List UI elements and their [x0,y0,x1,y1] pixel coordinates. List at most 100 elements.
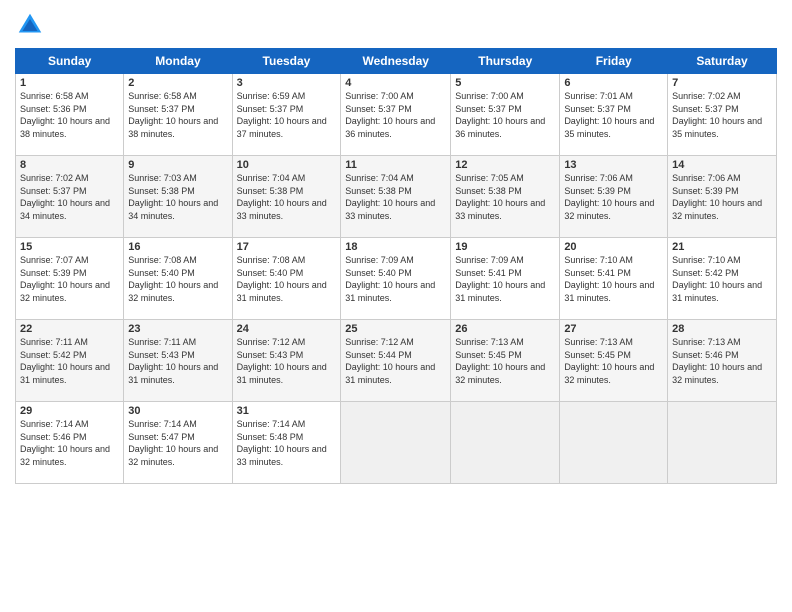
day-info: Sunrise: 7:11 AMSunset: 5:43 PMDaylight:… [128,336,227,386]
col-header-friday: Friday [560,49,668,74]
logo [15,10,49,40]
day-info: Sunrise: 7:09 AMSunset: 5:41 PMDaylight:… [455,254,555,304]
day-number: 3 [237,77,337,89]
day-number: 18 [345,241,446,253]
calendar-day-31: 31Sunrise: 7:14 AMSunset: 5:48 PMDayligh… [232,402,341,484]
day-number: 2 [128,77,227,89]
page-container: SundayMondayTuesdayWednesdayThursdayFrid… [0,0,792,612]
calendar-day-12: 12Sunrise: 7:05 AMSunset: 5:38 PMDayligh… [451,156,560,238]
col-header-tuesday: Tuesday [232,49,341,74]
calendar-day-3: 3Sunrise: 6:59 AMSunset: 5:37 PMDaylight… [232,74,341,156]
calendar-day-11: 11Sunrise: 7:04 AMSunset: 5:38 PMDayligh… [341,156,451,238]
day-number: 10 [237,159,337,171]
calendar-day-2: 2Sunrise: 6:58 AMSunset: 5:37 PMDaylight… [124,74,232,156]
calendar-day-28: 28Sunrise: 7:13 AMSunset: 5:46 PMDayligh… [668,320,777,402]
day-number: 19 [455,241,555,253]
col-header-thursday: Thursday [451,49,560,74]
day-info: Sunrise: 7:02 AMSunset: 5:37 PMDaylight:… [672,90,772,140]
calendar-day-1: 1Sunrise: 6:58 AMSunset: 5:36 PMDaylight… [16,74,124,156]
header [15,10,777,40]
calendar-day-21: 21Sunrise: 7:10 AMSunset: 5:42 PMDayligh… [668,238,777,320]
calendar-day-7: 7Sunrise: 7:02 AMSunset: 5:37 PMDaylight… [668,74,777,156]
day-number: 23 [128,323,227,335]
day-info: Sunrise: 7:05 AMSunset: 5:38 PMDaylight:… [455,172,555,222]
day-info: Sunrise: 7:00 AMSunset: 5:37 PMDaylight:… [345,90,446,140]
day-number: 28 [672,323,772,335]
day-number: 6 [564,77,663,89]
day-number: 9 [128,159,227,171]
day-info: Sunrise: 7:11 AMSunset: 5:42 PMDaylight:… [20,336,119,386]
calendar-day-27: 27Sunrise: 7:13 AMSunset: 5:45 PMDayligh… [560,320,668,402]
day-number: 5 [455,77,555,89]
day-number: 29 [20,405,119,417]
calendar-day-15: 15Sunrise: 7:07 AMSunset: 5:39 PMDayligh… [16,238,124,320]
calendar-day-9: 9Sunrise: 7:03 AMSunset: 5:38 PMDaylight… [124,156,232,238]
day-number: 20 [564,241,663,253]
calendar-day-22: 22Sunrise: 7:11 AMSunset: 5:42 PMDayligh… [16,320,124,402]
day-number: 25 [345,323,446,335]
day-info: Sunrise: 7:06 AMSunset: 5:39 PMDaylight:… [564,172,663,222]
day-number: 16 [128,241,227,253]
calendar-week-1: 1Sunrise: 6:58 AMSunset: 5:36 PMDaylight… [16,74,777,156]
day-number: 12 [455,159,555,171]
day-info: Sunrise: 7:00 AMSunset: 5:37 PMDaylight:… [455,90,555,140]
calendar-day-16: 16Sunrise: 7:08 AMSunset: 5:40 PMDayligh… [124,238,232,320]
day-info: Sunrise: 7:12 AMSunset: 5:44 PMDaylight:… [345,336,446,386]
calendar-day-24: 24Sunrise: 7:12 AMSunset: 5:43 PMDayligh… [232,320,341,402]
col-header-sunday: Sunday [16,49,124,74]
calendar-day-18: 18Sunrise: 7:09 AMSunset: 5:40 PMDayligh… [341,238,451,320]
empty-cell [451,402,560,484]
calendar-week-3: 15Sunrise: 7:07 AMSunset: 5:39 PMDayligh… [16,238,777,320]
calendar-week-4: 22Sunrise: 7:11 AMSunset: 5:42 PMDayligh… [16,320,777,402]
empty-cell [341,402,451,484]
day-info: Sunrise: 7:08 AMSunset: 5:40 PMDaylight:… [128,254,227,304]
day-info: Sunrise: 7:14 AMSunset: 5:48 PMDaylight:… [237,418,337,468]
col-header-monday: Monday [124,49,232,74]
calendar-day-6: 6Sunrise: 7:01 AMSunset: 5:37 PMDaylight… [560,74,668,156]
calendar-day-13: 13Sunrise: 7:06 AMSunset: 5:39 PMDayligh… [560,156,668,238]
day-info: Sunrise: 7:07 AMSunset: 5:39 PMDaylight:… [20,254,119,304]
day-number: 14 [672,159,772,171]
day-info: Sunrise: 7:04 AMSunset: 5:38 PMDaylight:… [237,172,337,222]
calendar-day-10: 10Sunrise: 7:04 AMSunset: 5:38 PMDayligh… [232,156,341,238]
calendar-day-5: 5Sunrise: 7:00 AMSunset: 5:37 PMDaylight… [451,74,560,156]
calendar-day-4: 4Sunrise: 7:00 AMSunset: 5:37 PMDaylight… [341,74,451,156]
day-info: Sunrise: 7:08 AMSunset: 5:40 PMDaylight:… [237,254,337,304]
day-number: 26 [455,323,555,335]
day-number: 31 [237,405,337,417]
day-info: Sunrise: 7:04 AMSunset: 5:38 PMDaylight:… [345,172,446,222]
empty-cell [668,402,777,484]
day-number: 27 [564,323,663,335]
day-info: Sunrise: 7:01 AMSunset: 5:37 PMDaylight:… [564,90,663,140]
calendar-week-2: 8Sunrise: 7:02 AMSunset: 5:37 PMDaylight… [16,156,777,238]
day-info: Sunrise: 7:14 AMSunset: 5:46 PMDaylight:… [20,418,119,468]
day-number: 22 [20,323,119,335]
calendar-day-23: 23Sunrise: 7:11 AMSunset: 5:43 PMDayligh… [124,320,232,402]
calendar-day-30: 30Sunrise: 7:14 AMSunset: 5:47 PMDayligh… [124,402,232,484]
calendar-day-29: 29Sunrise: 7:14 AMSunset: 5:46 PMDayligh… [16,402,124,484]
day-info: Sunrise: 7:10 AMSunset: 5:42 PMDaylight:… [672,254,772,304]
day-number: 30 [128,405,227,417]
day-number: 17 [237,241,337,253]
day-number: 24 [237,323,337,335]
day-info: Sunrise: 7:12 AMSunset: 5:43 PMDaylight:… [237,336,337,386]
day-info: Sunrise: 7:06 AMSunset: 5:39 PMDaylight:… [672,172,772,222]
calendar-day-8: 8Sunrise: 7:02 AMSunset: 5:37 PMDaylight… [16,156,124,238]
day-number: 13 [564,159,663,171]
calendar-day-17: 17Sunrise: 7:08 AMSunset: 5:40 PMDayligh… [232,238,341,320]
day-info: Sunrise: 6:59 AMSunset: 5:37 PMDaylight:… [237,90,337,140]
day-info: Sunrise: 7:13 AMSunset: 5:46 PMDaylight:… [672,336,772,386]
day-info: Sunrise: 7:13 AMSunset: 5:45 PMDaylight:… [455,336,555,386]
calendar-day-14: 14Sunrise: 7:06 AMSunset: 5:39 PMDayligh… [668,156,777,238]
calendar-table: SundayMondayTuesdayWednesdayThursdayFrid… [15,48,777,484]
col-header-wednesday: Wednesday [341,49,451,74]
logo-icon [15,10,45,40]
col-header-saturday: Saturday [668,49,777,74]
day-number: 4 [345,77,446,89]
calendar-day-25: 25Sunrise: 7:12 AMSunset: 5:44 PMDayligh… [341,320,451,402]
calendar-day-26: 26Sunrise: 7:13 AMSunset: 5:45 PMDayligh… [451,320,560,402]
day-info: Sunrise: 6:58 AMSunset: 5:37 PMDaylight:… [128,90,227,140]
empty-cell [560,402,668,484]
day-number: 21 [672,241,772,253]
day-info: Sunrise: 7:13 AMSunset: 5:45 PMDaylight:… [564,336,663,386]
